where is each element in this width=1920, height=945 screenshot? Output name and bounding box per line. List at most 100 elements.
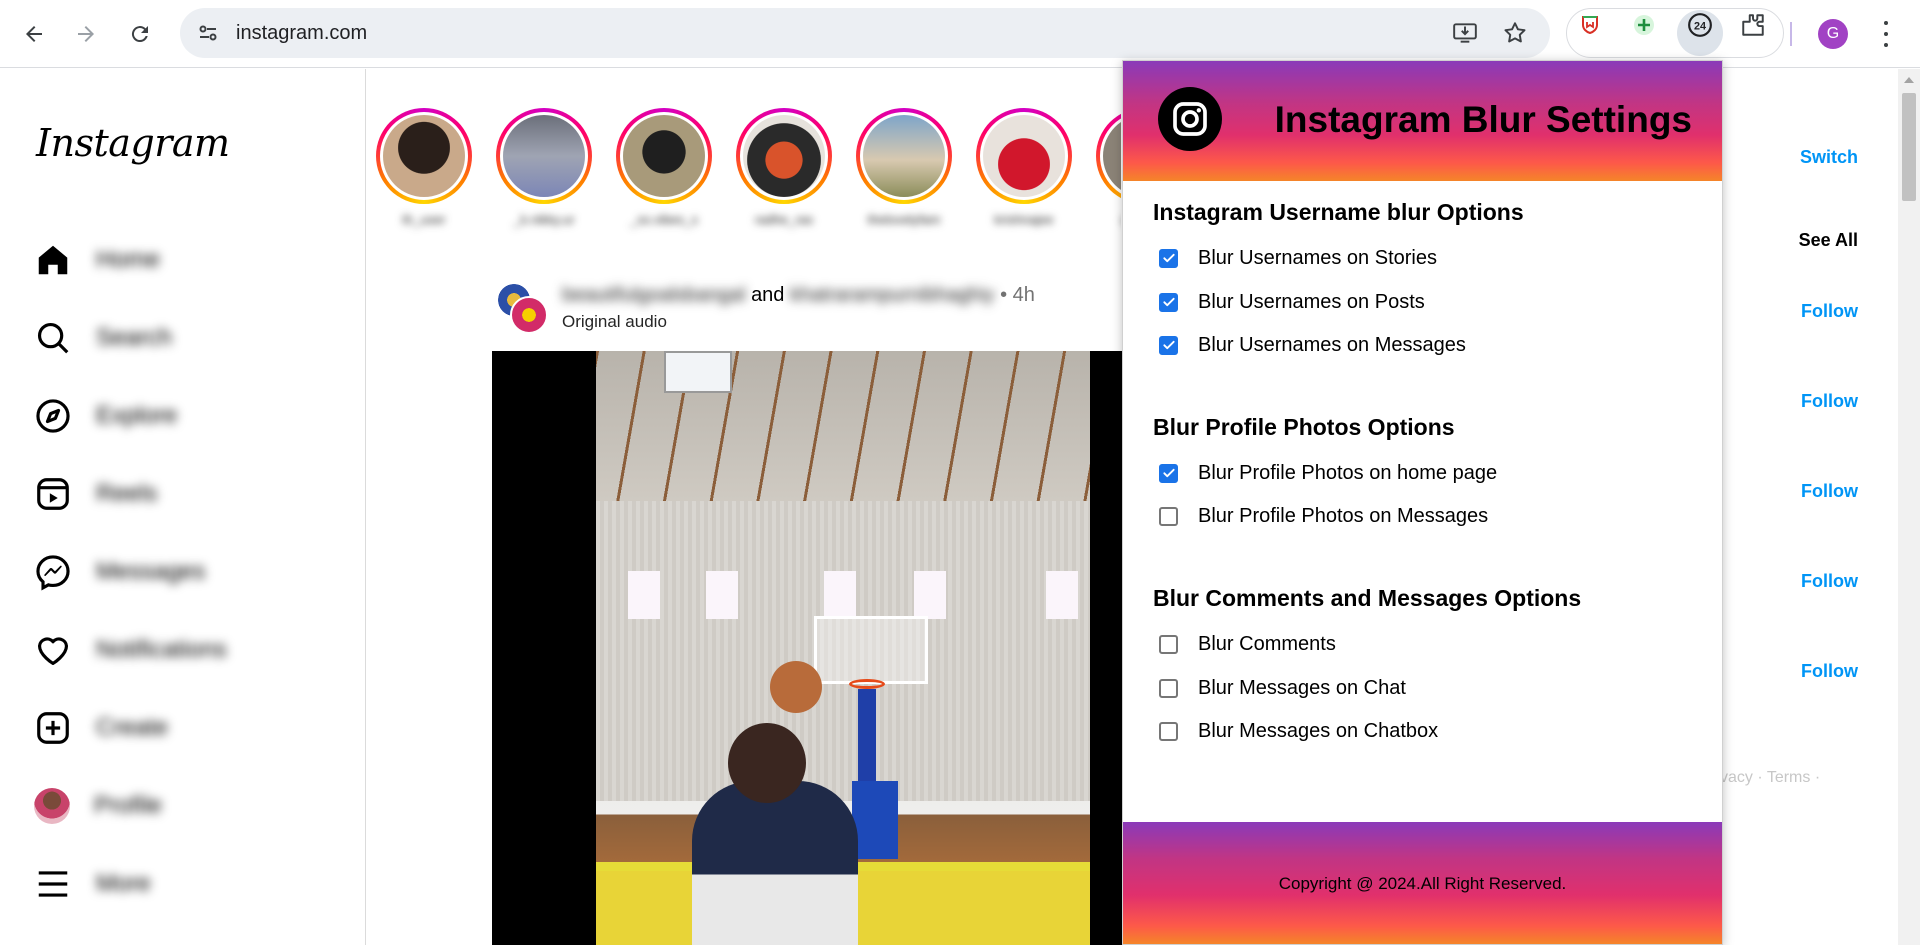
story-username: _ss.vibes_s (630, 212, 698, 227)
nav-notifications-label: Notifications (96, 636, 227, 663)
story-item[interactable]: _k.nikky.ur (496, 108, 592, 228)
menu-icon (38, 871, 68, 897)
story-item[interactable]: krishnajee (976, 108, 1072, 228)
stories-tray: th_user _k.nikky.ur _ss.vibes_s radhe_ra… (376, 108, 1121, 238)
post-audio-link[interactable]: Original audio (562, 312, 667, 332)
extension-plus-icon[interactable] (1631, 12, 1657, 38)
nav-messages-label: Messages (96, 558, 206, 585)
option-blur-photos-home[interactable]: Blur Profile Photos on home page (1159, 460, 1497, 486)
checkbox[interactable] (1159, 678, 1178, 698)
checkbox[interactable] (1159, 634, 1178, 654)
basketball-court-image (596, 351, 1090, 945)
option-label: Blur Profile Photos on home page (1198, 461, 1498, 484)
heart-icon (37, 637, 69, 666)
follow-button[interactable]: Follow (1801, 301, 1858, 322)
copyright-text: Copyright @ 2024.All Right Reserved. (1278, 874, 1567, 893)
story-avatar (743, 115, 825, 197)
explore-icon (36, 399, 70, 433)
nav-reels[interactable]: Reels (34, 469, 334, 519)
nav-reels-label: Reels (96, 480, 158, 507)
nav-search[interactable]: Search (34, 313, 334, 363)
section-title-comments-messages: Blur Comments and Messages Options (1153, 585, 1582, 611)
story-item[interactable]: user_xy (1096, 108, 1121, 228)
story-avatar (983, 115, 1065, 197)
create-icon (37, 712, 69, 744)
option-blur-usernames-messages[interactable]: Blur Usernames on Messages (1159, 332, 1466, 358)
story-username: thelovelyfam (867, 212, 941, 227)
option-blur-usernames-stories[interactable]: Blur Usernames on Stories (1159, 245, 1437, 271)
option-blur-comments[interactable]: Blur Comments (1159, 631, 1336, 657)
option-label: Blur Profile Photos on Messages (1198, 504, 1489, 527)
back-button[interactable] (14, 14, 54, 54)
checkbox[interactable] (1159, 506, 1178, 526)
nav-profile[interactable]: Profile (34, 781, 334, 831)
address-bar[interactable]: instagram.com (180, 8, 1550, 58)
scroll-up-arrow-icon[interactable] (1904, 77, 1914, 83)
checkbox[interactable] (1159, 335, 1178, 355)
story-username: radhe_ras (754, 212, 814, 227)
checkbox[interactable] (1159, 248, 1178, 268)
switch-account-link[interactable]: Switch (1800, 147, 1858, 168)
story-item[interactable]: _ss.vibes_s (616, 108, 712, 228)
story-avatar (623, 115, 705, 197)
page-scrollbar[interactable] (1898, 69, 1920, 945)
story-item[interactable]: radhe_ras (736, 108, 832, 228)
popup-title: Instagram Blur Settings (1274, 99, 1692, 140)
svg-text:24: 24 (1694, 20, 1706, 32)
option-label: Blur Comments (1198, 632, 1336, 655)
messenger-icon (36, 555, 70, 591)
avatar (34, 788, 70, 824)
checkbox[interactable] (1159, 463, 1178, 483)
nav-more[interactable]: More (34, 859, 334, 909)
extension-24-icon[interactable]: 24 (1687, 12, 1713, 38)
arrow-left-icon (26, 26, 42, 42)
nav-home[interactable]: Home (34, 235, 334, 285)
nav-messages[interactable]: Messages (34, 547, 334, 597)
follow-button[interactable]: Follow (1801, 571, 1858, 592)
site-settings-icon[interactable] (196, 21, 220, 45)
profile-avatar-button[interactable]: G (1818, 19, 1848, 49)
extensions-puzzle-icon[interactable] (1740, 12, 1766, 38)
story-username: _k.nikky.ur (513, 212, 575, 227)
option-blur-messages-chat[interactable]: Blur Messages on Chat (1159, 675, 1406, 701)
story-username: th_user (402, 212, 446, 227)
post-avatar-group[interactable] (496, 282, 548, 334)
follow-button[interactable]: Follow (1801, 661, 1858, 682)
post-username-1[interactable]: beautifulgoalsbangal (562, 284, 746, 307)
follow-button[interactable]: Follow (1801, 481, 1858, 502)
home-icon (38, 245, 68, 275)
checkbox[interactable] (1159, 292, 1178, 312)
nav-search-label: Search (96, 324, 173, 351)
post-timestamp: • 4h (1000, 284, 1035, 306)
nav-notifications[interactable]: Notifications (34, 625, 334, 675)
story-item[interactable]: th_user (376, 108, 472, 228)
nav-create[interactable]: Create (34, 703, 334, 753)
footer-links[interactable]: vacy · Terms · (1720, 769, 1820, 787)
section-title-username: Instagram Username blur Options (1153, 199, 1524, 225)
instagram-camera-icon (1158, 87, 1222, 151)
checkbox[interactable] (1159, 721, 1178, 741)
nav-explore[interactable]: Explore (34, 391, 334, 441)
story-avatar (1103, 115, 1121, 197)
extension-shield-icon[interactable] (1577, 12, 1603, 38)
install-app-icon[interactable] (1452, 20, 1478, 46)
url-text[interactable]: instagram.com (236, 22, 367, 45)
post-video[interactable] (492, 351, 1122, 945)
browser-toolbar: instagram.com 24 G (0, 0, 1920, 68)
option-blur-photos-messages[interactable]: Blur Profile Photos on Messages (1159, 503, 1488, 529)
bookmark-star-icon[interactable] (1502, 20, 1528, 46)
post-username-2[interactable]: khatrarampurnibhaghiy (790, 284, 995, 307)
nav-profile-label: Profile (94, 792, 163, 819)
follow-button[interactable]: Follow (1801, 391, 1858, 412)
forward-button[interactable] (66, 14, 106, 54)
option-blur-usernames-posts[interactable]: Blur Usernames on Posts (1159, 289, 1425, 315)
post-connector: and (751, 284, 785, 306)
reload-button[interactable] (120, 14, 160, 54)
see-all-link[interactable]: See All (1799, 230, 1858, 251)
option-blur-messages-chatbox[interactable]: Blur Messages on Chatbox (1159, 718, 1438, 744)
browser-menu-button[interactable] (1876, 18, 1896, 50)
scrollbar-thumb[interactable] (1902, 93, 1916, 201)
option-label: Blur Messages on Chatbox (1198, 719, 1439, 742)
instagram-logo[interactable]: Instagram (36, 121, 230, 165)
story-item[interactable]: thelovelyfam (856, 108, 952, 228)
